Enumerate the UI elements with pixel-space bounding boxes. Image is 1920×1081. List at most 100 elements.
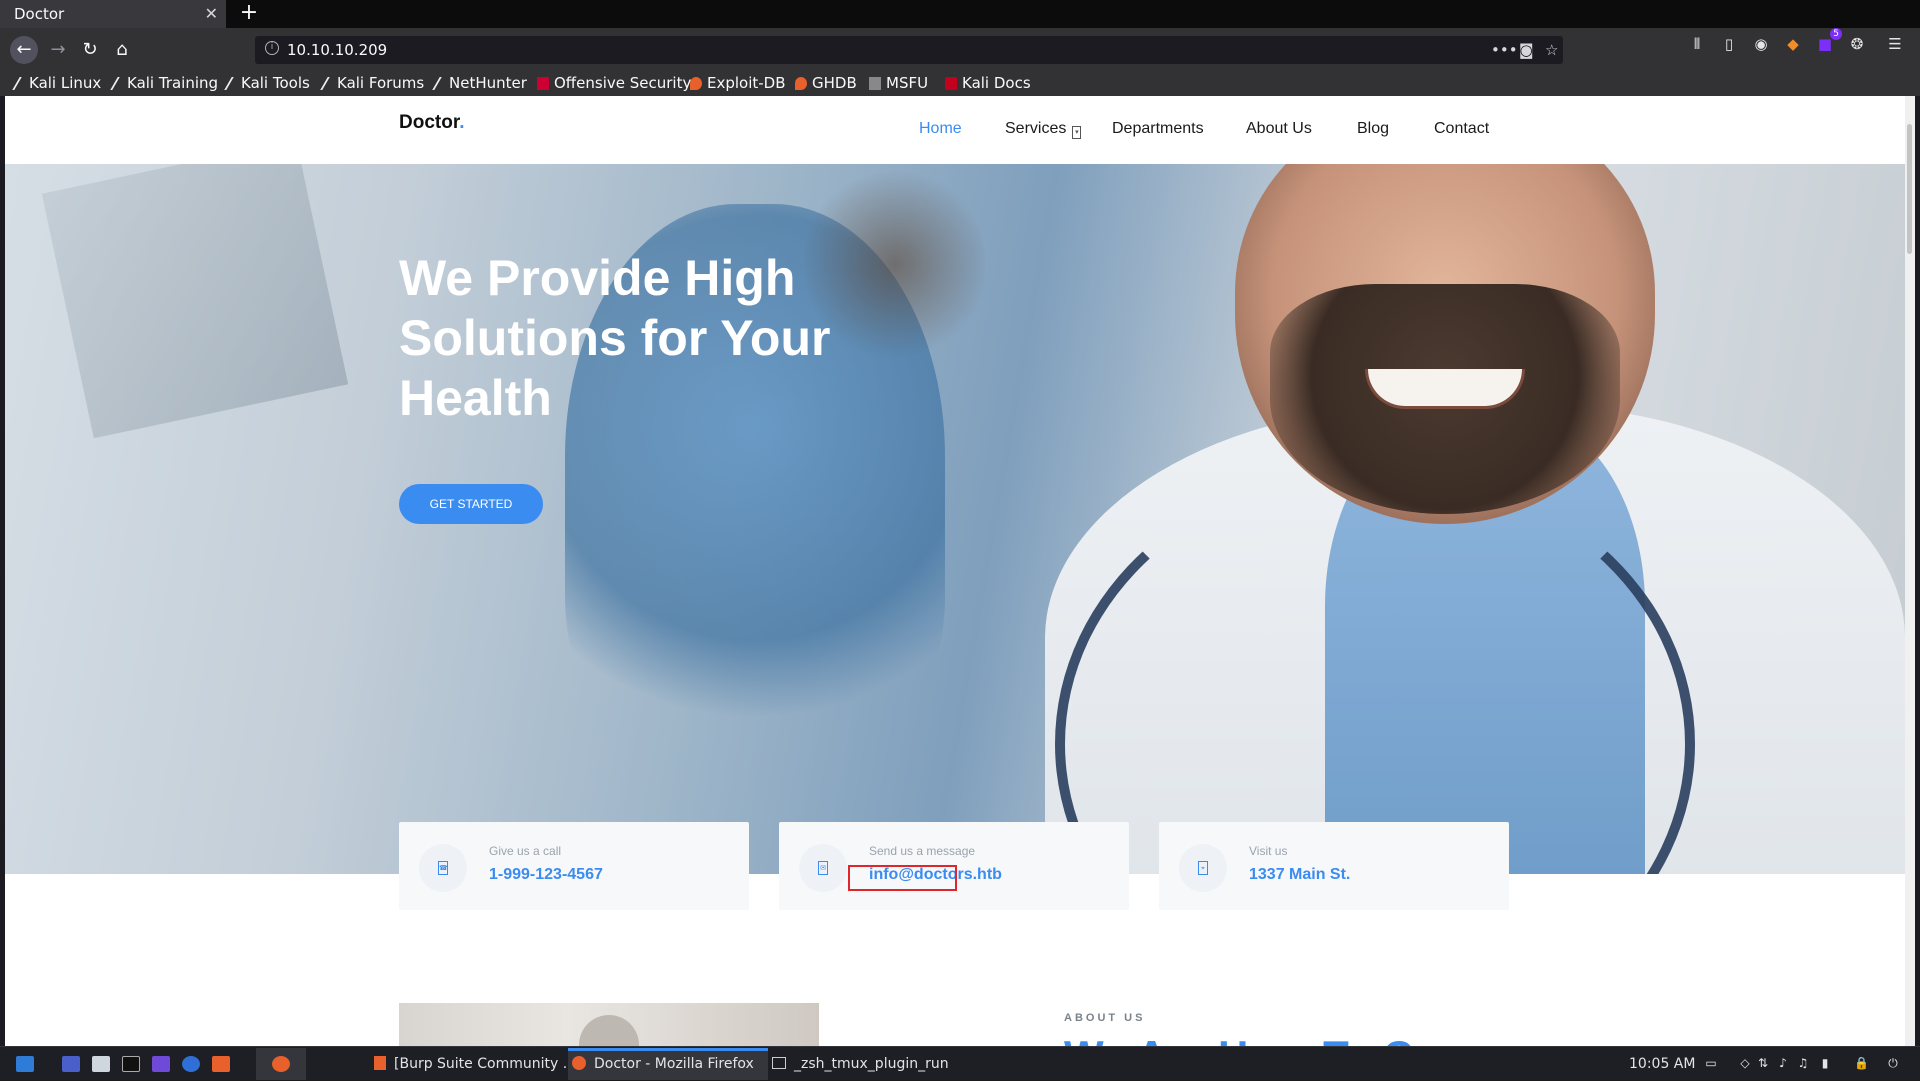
- exploit-db-icon: [690, 77, 702, 90]
- bookmark-offensive-security[interactable]: Offensive Security: [537, 70, 691, 96]
- kali-dragon-icon: [224, 77, 240, 90]
- display-icon[interactable]: ▭: [1704, 1056, 1718, 1070]
- battery-icon[interactable]: ▮: [1818, 1056, 1832, 1070]
- network-icon[interactable]: ⇅: [1756, 1056, 1770, 1070]
- contact-card-call: ☎ Give us a call 1-999-123-4567: [399, 822, 749, 910]
- msfu-icon: [869, 77, 881, 90]
- dropdown-caret-icon: ▾: [1072, 126, 1082, 139]
- account-icon[interactable]: ◉: [1750, 34, 1772, 54]
- forward-arrow-icon[interactable]: →: [44, 36, 72, 64]
- kali-dragon-icon: [432, 77, 448, 90]
- bookmark-kali-linux[interactable]: Kali Linux: [12, 70, 101, 96]
- reload-icon[interactable]: ↻: [76, 36, 104, 64]
- extension-icon[interactable]: ■ 5: [1814, 28, 1842, 54]
- show-desktop-icon[interactable]: [62, 1056, 80, 1072]
- taskbar-window-firefox[interactable]: Doctor - Mozilla Firefox: [572, 1047, 754, 1081]
- kali-dragon-icon: [110, 77, 126, 90]
- page-actions-icon[interactable]: •••: [1491, 36, 1518, 64]
- site-header: Doctor. Home Services ▾ Departments About…: [5, 96, 1905, 164]
- bookmark-star-icon[interactable]: ☆: [1545, 36, 1558, 64]
- sidebar-icon[interactable]: ▯: [1718, 34, 1740, 54]
- bookmark-kali-docs[interactable]: Kali Docs: [945, 70, 1031, 96]
- kali-menu-icon[interactable]: [16, 1056, 34, 1072]
- about-heading: We Are Here To Care: [1064, 1033, 1476, 1046]
- bookmark-kali-training[interactable]: Kali Training: [110, 70, 218, 96]
- power-icon[interactable]: ⏻: [1886, 1056, 1900, 1070]
- back-arrow-icon[interactable]: ←: [10, 36, 38, 64]
- taskbar: [Burp Suite Community ... Doctor - Mozil…: [0, 1046, 1920, 1080]
- nav-about-us[interactable]: About Us: [1246, 120, 1312, 138]
- exploit-db-icon: [795, 77, 807, 90]
- nav-home[interactable]: Home: [919, 120, 962, 138]
- dropbox-icon[interactable]: ◇: [1738, 1056, 1752, 1070]
- card-label: Give us a call: [489, 844, 562, 858]
- firefox-icon: [272, 1056, 290, 1072]
- taskbar-window-burp[interactable]: [Burp Suite Community ...: [374, 1047, 576, 1081]
- nav-blog[interactable]: Blog: [1357, 120, 1389, 138]
- card-label: Send us a message: [869, 844, 976, 858]
- card-label: Visit us: [1249, 844, 1288, 858]
- xray-film-image: [41, 164, 349, 439]
- page-scrollbar[interactable]: [1905, 96, 1915, 1046]
- bookmark-exploit-db[interactable]: Exploit-DB: [690, 70, 786, 96]
- about-us-image: [399, 1003, 819, 1046]
- phone-number[interactable]: 1-999-123-4567: [489, 866, 603, 884]
- nav-departments[interactable]: Departments: [1112, 120, 1204, 138]
- annotation-highlight-box: [848, 865, 957, 891]
- foxyproxy-icon[interactable]: ◆: [1782, 34, 1804, 54]
- library-icon[interactable]: ⫴: [1686, 34, 1708, 54]
- nav-contact[interactable]: Contact: [1434, 120, 1489, 138]
- burp-icon: [374, 1056, 386, 1070]
- tab-strip: Doctor ✕ +: [0, 0, 1920, 28]
- mail-icon: ✉: [799, 844, 847, 892]
- about-kicker: ABOUT US: [1064, 1012, 1146, 1024]
- volume-icon[interactable]: ♪: [1776, 1056, 1790, 1070]
- bookmark-kali-tools[interactable]: Kali Tools: [224, 70, 310, 96]
- doctor-smile-image: [1365, 369, 1525, 409]
- terminal-icon: [772, 1057, 786, 1069]
- kali-docs-icon: [945, 77, 957, 90]
- wappalyzer-icon[interactable]: ❂: [1846, 34, 1868, 54]
- close-tab-icon[interactable]: ✕: [205, 0, 218, 28]
- bookmarks-toolbar: Kali Linux Kali Training Kali Tools Kali…: [0, 70, 1920, 96]
- location-icon: ⌖: [1179, 844, 1227, 892]
- scrollbar-thumb[interactable]: [1907, 124, 1912, 254]
- browser-tab[interactable]: Doctor ✕: [0, 0, 226, 28]
- tab-title: Doctor: [14, 5, 65, 23]
- clock[interactable]: 10:05 AM: [1629, 1047, 1695, 1081]
- screen-recorder-icon[interactable]: [152, 1056, 170, 1072]
- url-text[interactable]: 10.10.10.209: [287, 36, 387, 64]
- bookmark-nethunter[interactable]: NetHunter: [432, 70, 527, 96]
- navigation-toolbar: ← → ↻ ⌂ i 10.10.10.209 ••• ◙ ☆ ⫴ ▯ ◉ ◆ ■…: [0, 28, 1920, 70]
- kali-dragon-icon: [320, 77, 336, 90]
- site-logo[interactable]: Doctor.: [399, 112, 464, 134]
- lock-screen-icon[interactable]: 🔒: [1854, 1056, 1869, 1070]
- phone-icon: ☎: [419, 844, 467, 892]
- contact-card-visit: ⌖ Visit us 1337 Main St.: [1159, 822, 1509, 910]
- extension-badge: 5: [1830, 28, 1842, 40]
- offsec-icon: [537, 77, 549, 90]
- bookmark-kali-forums[interactable]: Kali Forums: [320, 70, 424, 96]
- taskbar-window-terminal[interactable]: _zsh_tmux_plugin_run: [772, 1047, 949, 1081]
- home-icon[interactable]: ⌂: [108, 36, 136, 64]
- firefox-icon: [572, 1056, 586, 1070]
- nav-services[interactable]: Services ▾: [1005, 120, 1082, 139]
- hero-title: We Provide High Solutions for Your Healt…: [399, 250, 831, 426]
- street-address[interactable]: 1337 Main St.: [1249, 866, 1350, 884]
- menu-hamburger-icon[interactable]: ☰: [1884, 34, 1906, 54]
- terminal-icon[interactable]: [122, 1056, 140, 1072]
- bookmark-msfu[interactable]: MSFU: [869, 70, 928, 96]
- kali-dragon-icon: [12, 77, 28, 90]
- bookmark-ghdb[interactable]: GHDB: [795, 70, 857, 96]
- burp-launcher-icon[interactable]: [212, 1056, 230, 1072]
- get-started-button[interactable]: GET STARTED: [399, 484, 543, 524]
- file-manager-icon[interactable]: [92, 1056, 110, 1072]
- hero-banner: We Provide High Solutions for Your Healt…: [5, 164, 1905, 874]
- address-bar[interactable]: i 10.10.10.209 ••• ◙ ☆: [255, 36, 1563, 64]
- new-tab-button[interactable]: +: [236, 0, 262, 28]
- page-viewport: Doctor. Home Services ▾ Departments About…: [5, 96, 1905, 1046]
- browser-launcher-icon[interactable]: [182, 1056, 200, 1072]
- notification-bell-icon[interactable]: ♫: [1796, 1056, 1810, 1070]
- pocket-icon[interactable]: ◙: [1519, 36, 1534, 64]
- site-info-icon[interactable]: i: [265, 41, 279, 55]
